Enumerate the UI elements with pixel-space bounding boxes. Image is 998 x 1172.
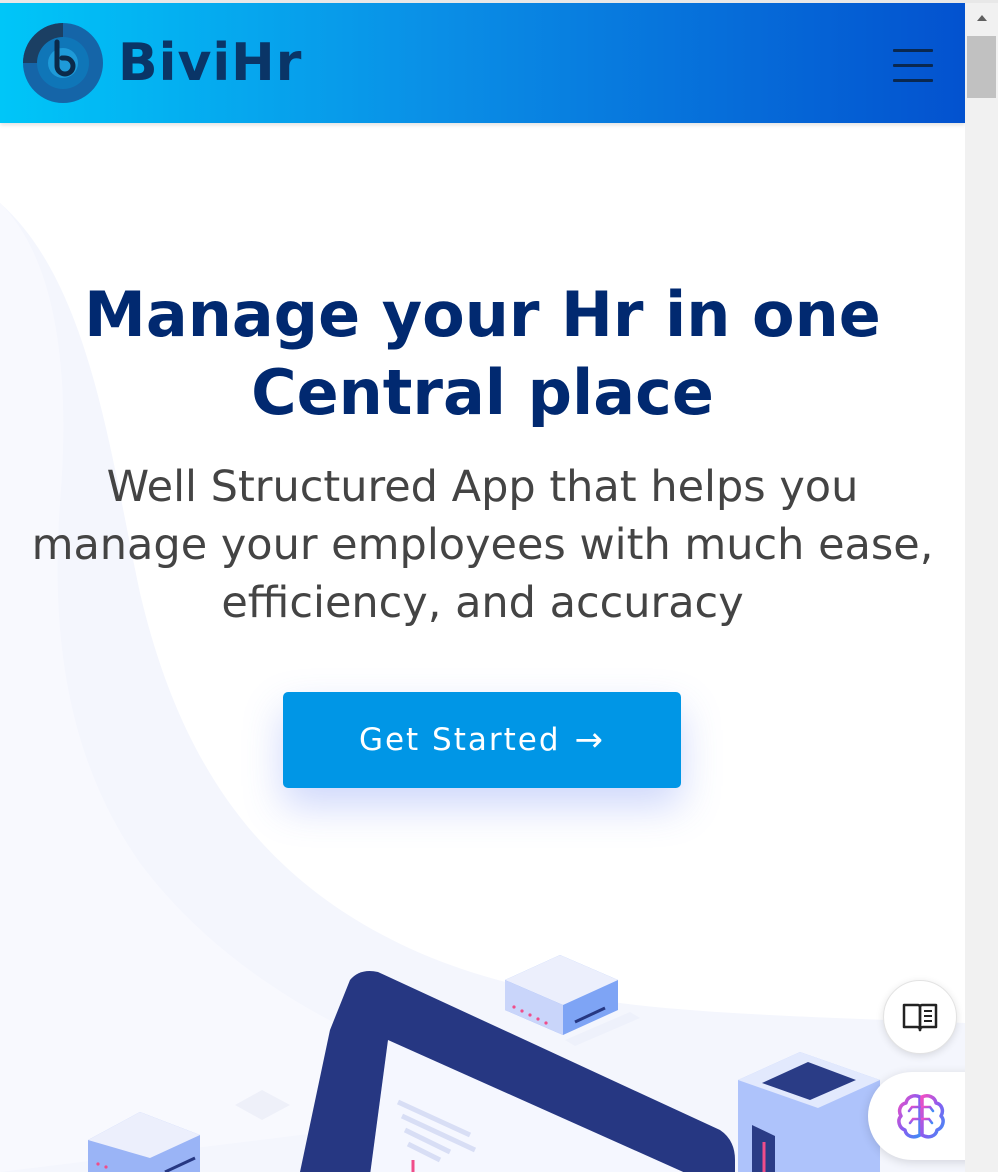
scroll-up-arrow-icon[interactable]	[965, 3, 998, 33]
ai-assistant-button[interactable]	[868, 1072, 965, 1160]
hero-illustration	[88, 955, 880, 1172]
get-started-button[interactable]: Get Started →	[283, 692, 681, 788]
page-viewport: BiviHr Manage your Hr in one Central pla…	[0, 0, 965, 1172]
reader-mode-button[interactable]	[883, 980, 957, 1054]
scrollbar-thumb[interactable]	[967, 36, 996, 98]
logo-icon	[23, 23, 103, 103]
book-open-icon	[902, 1003, 938, 1032]
hero-title: Manage your Hr in one Central place	[84, 278, 881, 429]
brain-icon	[897, 1094, 945, 1139]
hero-subtitle: Well Structured App that helps you manag…	[31, 462, 934, 628]
brand-name: BiviHr	[118, 33, 303, 93]
site-header: BiviHr	[0, 3, 965, 123]
menu-bar-icon	[893, 64, 933, 67]
menu-bar-icon	[893, 49, 933, 52]
hamburger-menu-button[interactable]	[893, 49, 933, 83]
menu-bar-icon	[893, 79, 933, 82]
get-started-label: Get Started	[358, 722, 561, 758]
brand-logo[interactable]: BiviHr	[22, 22, 302, 104]
arrow-right-icon: →	[574, 720, 606, 760]
window-top-border	[0, 0, 998, 3]
vertical-scrollbar[interactable]	[965, 3, 998, 1172]
